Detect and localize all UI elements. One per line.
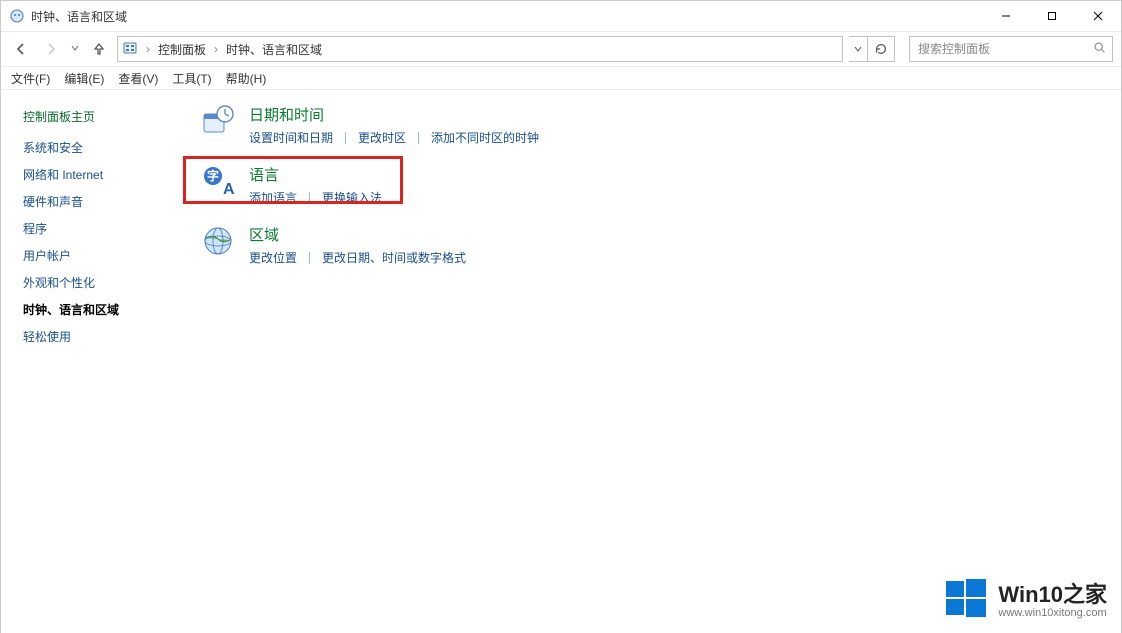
sidebar-item-programs[interactable]: 程序	[23, 220, 171, 237]
menu-bar: 文件(F) 编辑(E) 查看(V) 工具(T) 帮助(H)	[1, 67, 1121, 90]
sidebar-item-ease-of-access[interactable]: 轻松使用	[23, 328, 171, 345]
sidebar-home[interactable]: 控制面板主页	[23, 108, 171, 125]
link-change-input-method[interactable]: 更换输入法	[322, 189, 382, 206]
link-change-formats[interactable]: 更改日期、时间或数字格式	[322, 249, 466, 266]
control-panel-window: 时钟、语言和区域	[0, 0, 1122, 633]
breadcrumb-current[interactable]: 时钟、语言和区域	[226, 41, 322, 58]
sidebar-item-appearance[interactable]: 外观和个性化	[23, 274, 171, 291]
menu-file[interactable]: 文件(F)	[11, 70, 50, 87]
app-icon	[9, 8, 25, 24]
window-title: 时钟、语言和区域	[31, 8, 127, 25]
svg-text:A: A	[223, 181, 235, 198]
address-dropdown-button[interactable]	[849, 36, 868, 62]
menu-tools[interactable]: 工具(T)	[172, 70, 211, 87]
language-icon: 字 A	[201, 164, 235, 198]
sidebar-item-hardware-sound[interactable]: 硬件和声音	[23, 193, 171, 210]
navigation-row: › 控制面板 › 时钟、语言和区域	[1, 32, 1121, 67]
body: 控制面板主页 系统和安全 网络和 Internet 硬件和声音 程序 用户帐户 …	[1, 90, 1121, 633]
sidebar-item-clock-language-region[interactable]: 时钟、语言和区域	[23, 301, 171, 318]
windows-logo-icon	[944, 577, 988, 624]
clock-icon	[201, 104, 235, 138]
watermark: Win10之家 www.win10xitong.com	[944, 577, 1107, 624]
sidebar: 控制面板主页 系统和安全 网络和 Internet 硬件和声音 程序 用户帐户 …	[1, 90, 181, 633]
link-divider	[309, 192, 310, 204]
breadcrumb-root[interactable]: 控制面板	[158, 41, 206, 58]
category-title-language[interactable]: 语言	[249, 164, 1101, 185]
sidebar-item-system-security[interactable]: 系统和安全	[23, 139, 171, 156]
close-button[interactable]	[1075, 1, 1121, 31]
link-change-location[interactable]: 更改位置	[249, 249, 297, 266]
category-title-date-time[interactable]: 日期和时间	[249, 104, 1101, 125]
link-set-date-time[interactable]: 设置时间和日期	[249, 129, 333, 146]
globe-icon	[201, 224, 235, 258]
window-controls	[983, 1, 1121, 31]
svg-text:字: 字	[207, 168, 219, 183]
menu-help[interactable]: 帮助(H)	[226, 70, 267, 87]
address-bar[interactable]: › 控制面板 › 时钟、语言和区域	[117, 36, 843, 62]
back-button[interactable]	[9, 37, 33, 61]
menu-edit[interactable]: 编辑(E)	[64, 70, 104, 87]
category-title-region[interactable]: 区域	[249, 224, 1101, 245]
category-language: 字 A 语言 添加语言 更换输入法	[201, 164, 1101, 206]
content: 日期和时间 设置时间和日期 更改时区 添加不同时区的时钟 字	[181, 90, 1121, 633]
link-change-timezone[interactable]: 更改时区	[358, 129, 406, 146]
link-add-language[interactable]: 添加语言	[249, 189, 297, 206]
titlebar: 时钟、语言和区域	[1, 1, 1121, 32]
search-icon	[1093, 41, 1106, 57]
watermark-url: www.win10xitong.com	[998, 607, 1107, 620]
link-divider	[418, 132, 419, 144]
category-region: 区域 更改位置 更改日期、时间或数字格式	[201, 224, 1101, 266]
sidebar-item-network-internet[interactable]: 网络和 Internet	[23, 166, 171, 183]
refresh-button[interactable]	[868, 36, 895, 62]
forward-button[interactable]	[39, 37, 63, 61]
link-add-clocks[interactable]: 添加不同时区的时钟	[431, 129, 539, 146]
menu-view[interactable]: 查看(V)	[118, 70, 158, 87]
link-divider	[309, 252, 310, 264]
search-input[interactable]	[916, 41, 1087, 57]
breadcrumb-separator-icon: ›	[214, 42, 218, 56]
watermark-title: Win10之家	[998, 582, 1107, 607]
link-divider	[345, 132, 346, 144]
minimize-button[interactable]	[983, 1, 1029, 31]
category-date-time: 日期和时间 设置时间和日期 更改时区 添加不同时区的时钟	[201, 104, 1101, 146]
breadcrumb-separator-icon: ›	[146, 42, 150, 56]
search-box[interactable]	[909, 36, 1113, 62]
recent-locations-dropdown[interactable]	[71, 44, 79, 54]
sidebar-item-user-accounts[interactable]: 用户帐户	[23, 247, 171, 264]
maximize-button[interactable]	[1029, 1, 1075, 31]
up-button[interactable]	[87, 37, 111, 61]
control-panel-icon	[122, 40, 138, 59]
